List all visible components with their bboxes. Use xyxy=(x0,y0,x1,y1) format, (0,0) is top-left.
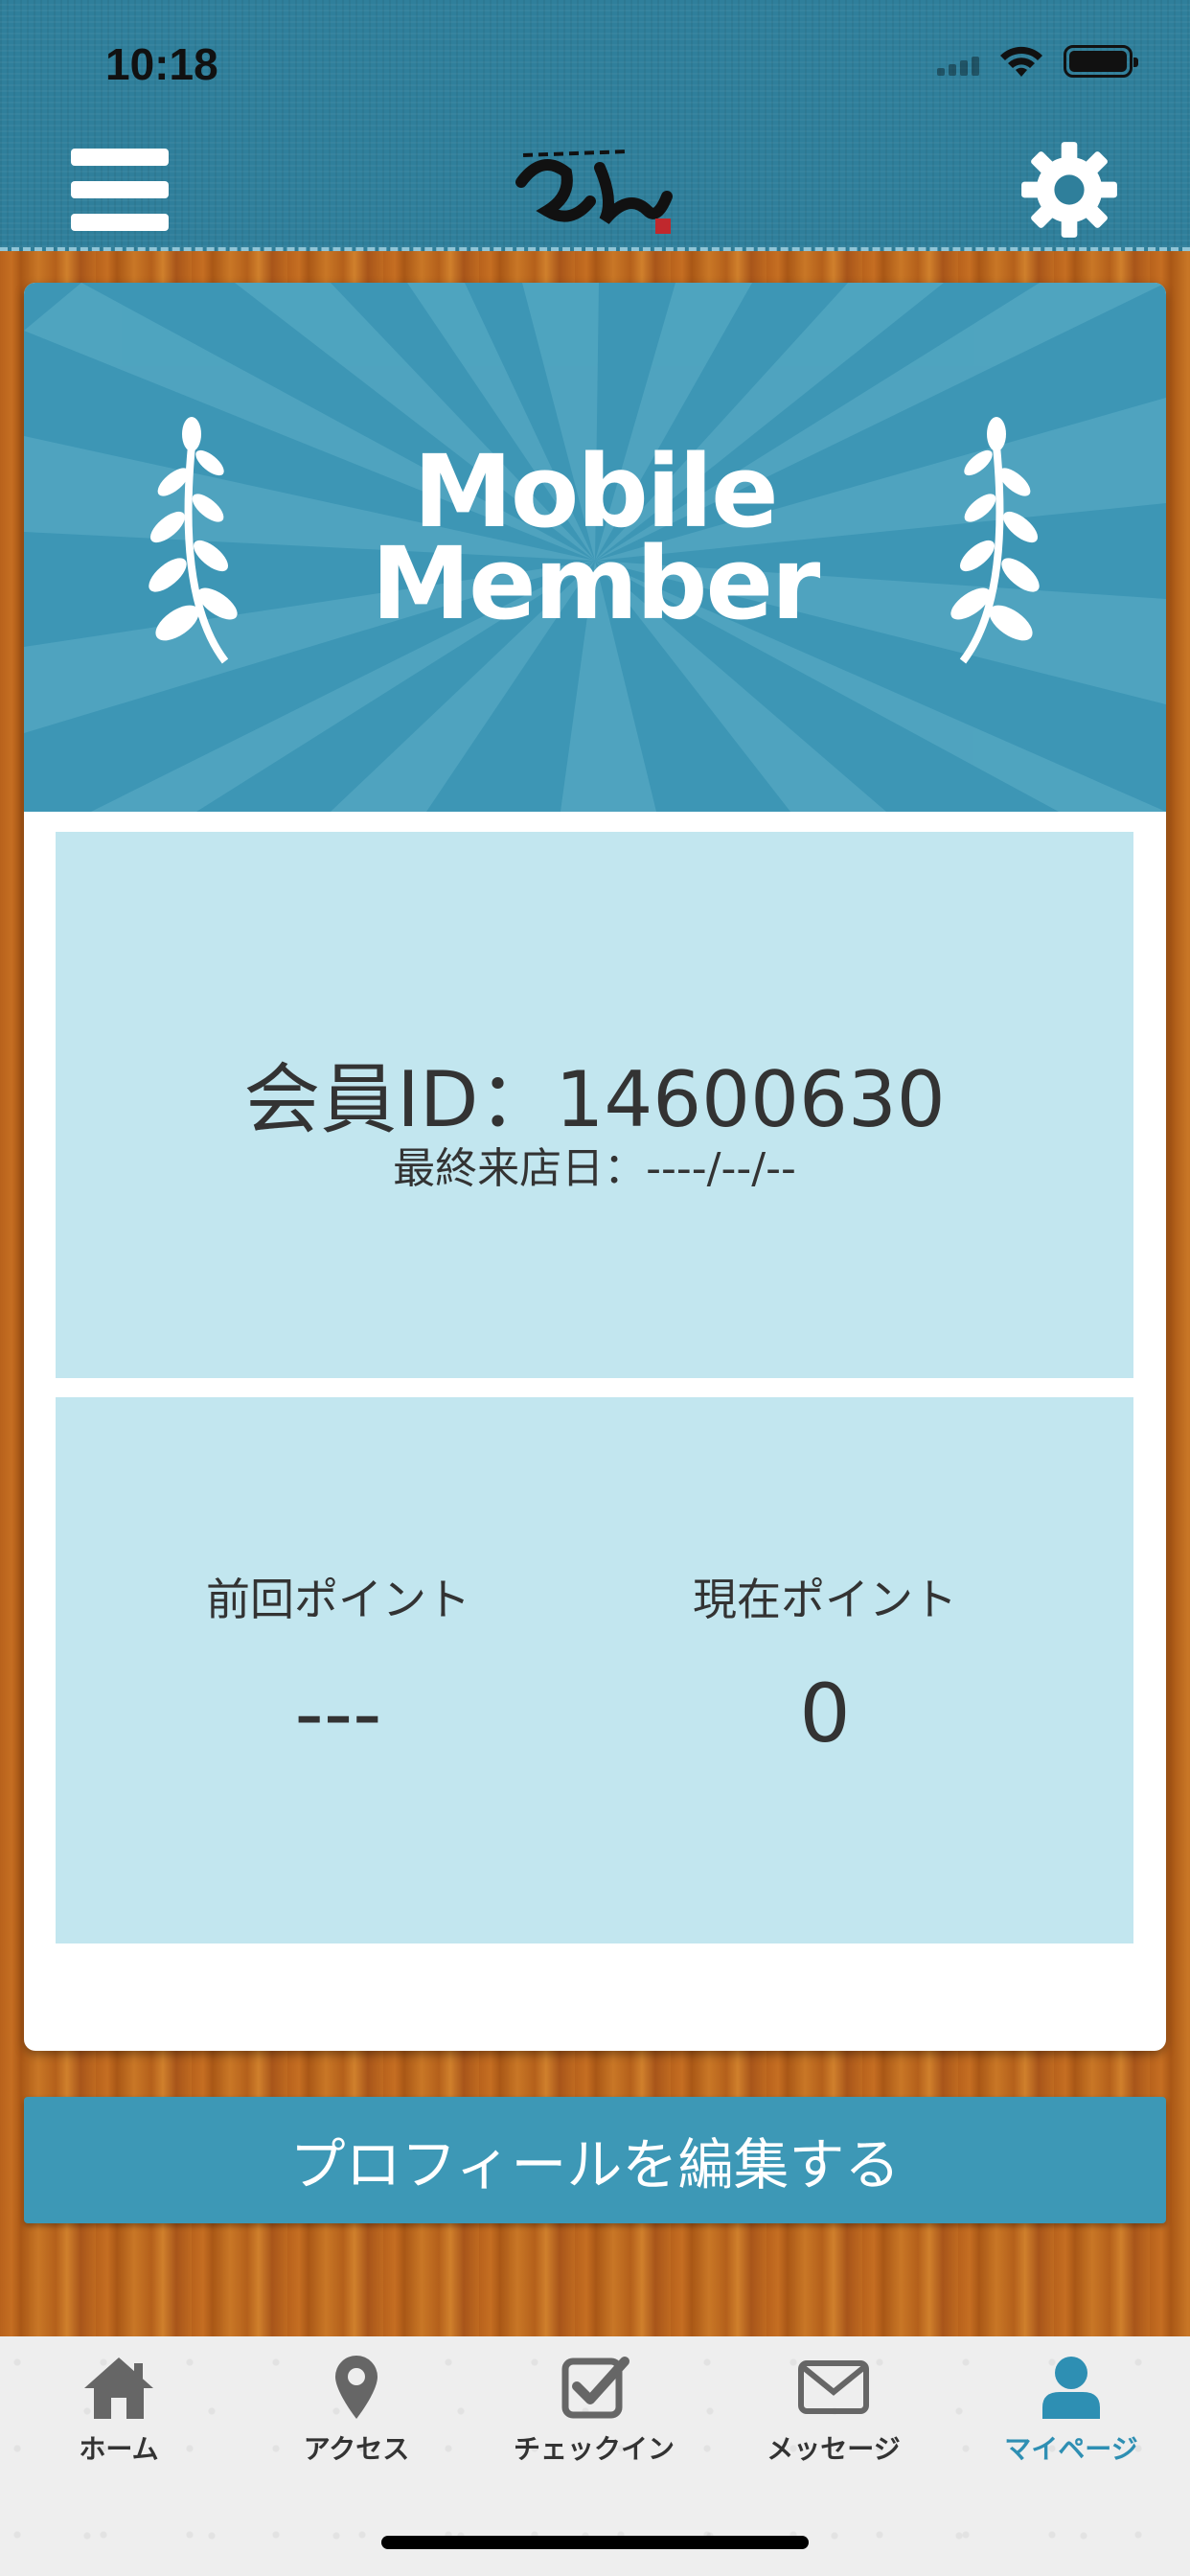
banner-title-line2: Member xyxy=(371,525,821,642)
current-points: 現在ポイント 0 xyxy=(581,1565,1069,1760)
home-indicator xyxy=(381,2536,809,2549)
wifi-icon xyxy=(1000,46,1042,77)
hamburger-menu-icon xyxy=(71,149,169,166)
tab-access-label: アクセス xyxy=(303,2433,410,2465)
member-banner: Mobile Member xyxy=(24,283,1166,812)
envelope-icon xyxy=(798,2360,869,2414)
status-time: 10:18 xyxy=(105,39,218,89)
previous-points-label: 前回ポイント xyxy=(206,1574,470,1625)
home-icon xyxy=(84,2358,153,2419)
tab-checkin[interactable]: チェックイン xyxy=(479,2354,709,2517)
current-points-label: 現在ポイント xyxy=(693,1574,957,1625)
member-id: 会員ID：14600630 xyxy=(243,1055,946,1144)
cellular-signal-icon xyxy=(937,47,979,76)
tab-access[interactable]: アクセス xyxy=(241,2354,471,2517)
member-card: Mobile Member 会員ID：14600630 最終来店日：----/-… xyxy=(24,283,1166,2051)
last-visit-date: 最終来店日：----/--/-- xyxy=(393,1144,796,1193)
menu-button[interactable] xyxy=(71,149,169,231)
checkbox-icon xyxy=(561,2357,629,2419)
previous-points: 前回ポイント --- xyxy=(94,1565,583,1760)
person-icon xyxy=(1042,2357,1100,2419)
banner-title: Mobile Member xyxy=(24,433,1166,642)
tab-checkin-label: チェックイン xyxy=(513,2433,675,2465)
sen-logo xyxy=(515,150,673,234)
tab-message-label: メッセージ xyxy=(767,2433,901,2465)
app-header: 10:18 xyxy=(0,0,1190,251)
edit-profile-button[interactable]: プロフィールを編集する xyxy=(24,2097,1166,2223)
banner-title-line1: Mobile xyxy=(413,433,778,550)
tab-home-label: ホーム xyxy=(79,2433,159,2465)
tab-mypage-label: マイページ xyxy=(1004,2433,1138,2465)
gear-icon[interactable] xyxy=(1019,140,1119,240)
tab-home[interactable]: ホーム xyxy=(4,2354,234,2517)
previous-points-value: --- xyxy=(294,1667,382,1760)
map-pin-icon xyxy=(335,2356,378,2419)
status-icons xyxy=(937,44,1138,79)
member-id-panel: 会員ID：14600630 最終来店日：----/--/-- xyxy=(56,832,1133,1378)
current-points-value: 0 xyxy=(799,1667,851,1760)
battery-icon xyxy=(1064,45,1138,78)
points-panel: 前回ポイント --- 現在ポイント 0 xyxy=(56,1397,1133,1944)
tab-mypage[interactable]: マイページ xyxy=(956,2354,1186,2517)
tab-message[interactable]: メッセージ xyxy=(719,2354,949,2517)
